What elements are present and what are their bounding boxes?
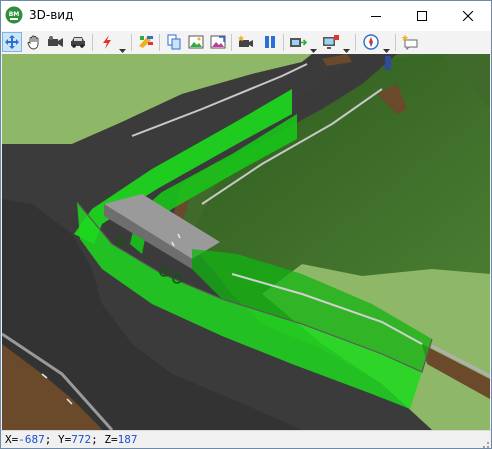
export-image-button[interactable]	[208, 32, 228, 52]
fly-through-dropdown-arrow[interactable]	[310, 39, 317, 53]
y-value: 772	[71, 433, 92, 446]
z-label: ; Z=	[91, 433, 118, 446]
annotations-button[interactable]	[400, 32, 420, 52]
camera-icon	[48, 36, 63, 47]
toolbar-separator	[283, 34, 284, 51]
screen-icon	[323, 35, 339, 49]
toolbar-separator	[395, 34, 396, 51]
road-sign	[385, 56, 391, 70]
car-icon	[71, 37, 85, 48]
record-video-button[interactable]	[236, 32, 256, 52]
copy-icon	[167, 34, 181, 50]
close-button[interactable]	[445, 1, 491, 31]
maximize-button[interactable]	[399, 1, 445, 31]
screen-capture-button[interactable]	[321, 32, 341, 52]
fly-through-button[interactable]	[288, 32, 308, 52]
toolbar-separator	[355, 34, 356, 51]
toolbar-separator	[92, 34, 93, 51]
maximize-icon	[417, 11, 427, 21]
app-logo-text: BM	[9, 11, 20, 18]
picture-icon	[188, 35, 204, 49]
copy-image-button[interactable]	[164, 32, 184, 52]
toolbar	[1, 31, 491, 55]
x-value: -687	[18, 433, 45, 446]
vehicle-view-button[interactable]	[68, 32, 88, 52]
x-label: X=	[5, 433, 19, 446]
surface-style-button[interactable]	[136, 32, 156, 52]
pause-button[interactable]	[260, 32, 280, 52]
navigation-dropdown-arrow[interactable]	[383, 39, 390, 53]
z-value: 187	[117, 433, 138, 446]
film-arrow-icon	[290, 38, 307, 47]
status-bar: X=-687; Y=772; Z=187	[1, 430, 491, 448]
effects-button[interactable]	[97, 32, 117, 52]
video-star-icon	[237, 35, 253, 47]
3d-view-window: BM 3D-вид X=-687; Y=772; Z=187	[0, 0, 492, 449]
title-bar[interactable]: BM 3D-вид	[1, 1, 491, 31]
minimize-icon	[371, 16, 381, 17]
callout-icon	[401, 34, 418, 50]
effects-dropdown-arrow[interactable]	[119, 39, 126, 53]
pause-icon	[265, 36, 275, 48]
minimize-button[interactable]	[353, 1, 399, 31]
3d-scene	[2, 54, 490, 430]
compass-icon	[363, 34, 379, 50]
y-label: ; Y=	[44, 433, 72, 446]
cursor-coordinates: X=-687; Y=772; Z=187	[5, 433, 138, 446]
window-title: 3D-вид	[29, 8, 74, 22]
hand-icon	[27, 35, 39, 50]
app-logo-icon: BM	[5, 6, 23, 24]
close-icon	[463, 11, 473, 21]
toolbar-separator	[159, 34, 160, 51]
move-tool-button[interactable]	[2, 32, 22, 52]
navigation-button[interactable]	[361, 32, 381, 52]
screen-capture-dropdown-arrow[interactable]	[343, 39, 350, 53]
lightning-icon	[103, 35, 111, 49]
pan-hand-button[interactable]	[24, 32, 44, 52]
save-image-button[interactable]	[186, 32, 206, 52]
camera-view-button[interactable]	[46, 32, 66, 52]
3d-viewport[interactable]	[2, 54, 490, 430]
toolbar-separator	[231, 34, 232, 51]
resize-grip-icon[interactable]	[479, 437, 489, 448]
palette-icon	[139, 36, 153, 48]
toolbar-separator	[131, 34, 132, 51]
picture-arrow-icon	[210, 35, 226, 49]
four-arrows-icon	[5, 35, 19, 49]
